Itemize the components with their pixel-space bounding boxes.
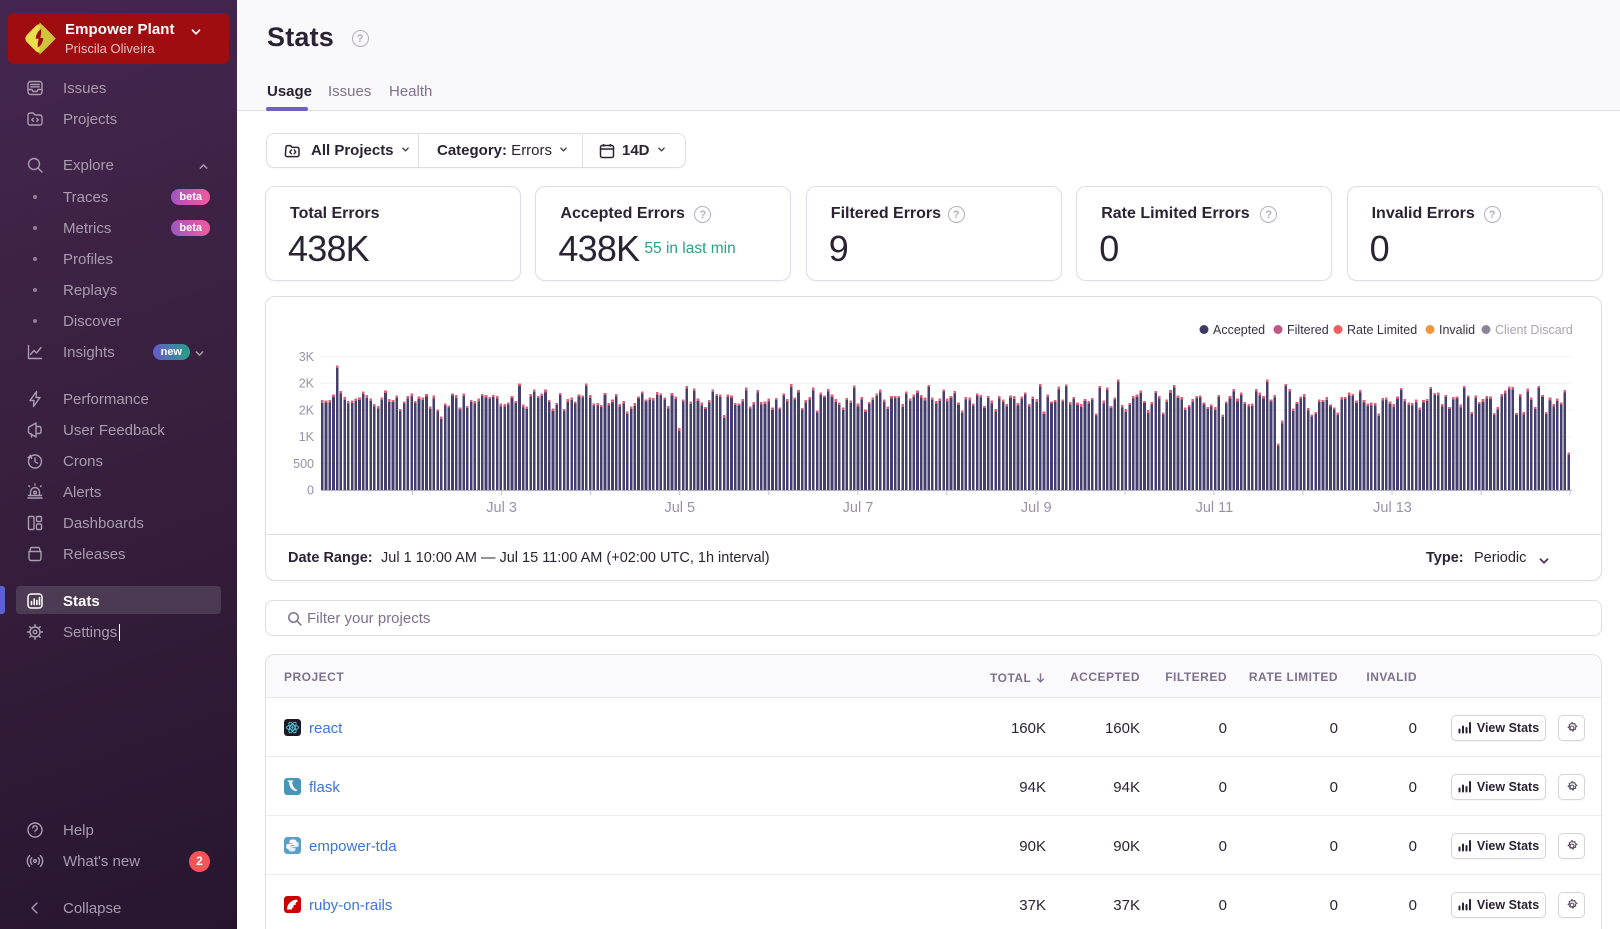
svg-text:Jul 11: Jul 11 <box>1196 500 1234 516</box>
svg-text:0: 0 <box>307 484 314 498</box>
svg-text:Jul 5: Jul 5 <box>664 500 695 516</box>
svg-text:Invalid: Invalid <box>1439 323 1475 337</box>
svg-text:Jul 9: Jul 9 <box>1021 500 1052 516</box>
svg-text:Client Discard: Client Discard <box>1495 323 1573 337</box>
svg-text:Filtered: Filtered <box>1287 323 1329 337</box>
svg-text:500: 500 <box>293 457 314 471</box>
svg-text:3K: 3K <box>299 350 315 364</box>
svg-text:Jul 3: Jul 3 <box>486 500 517 516</box>
svg-text:2K: 2K <box>299 403 315 417</box>
svg-text:Rate Limited: Rate Limited <box>1347 323 1417 337</box>
svg-text:Jul 7: Jul 7 <box>843 500 874 516</box>
svg-text:1K: 1K <box>299 430 315 444</box>
svg-text:Jul 13: Jul 13 <box>1373 500 1412 516</box>
svg-text:Accepted: Accepted <box>1213 323 1265 337</box>
svg-text:2K: 2K <box>299 377 315 391</box>
